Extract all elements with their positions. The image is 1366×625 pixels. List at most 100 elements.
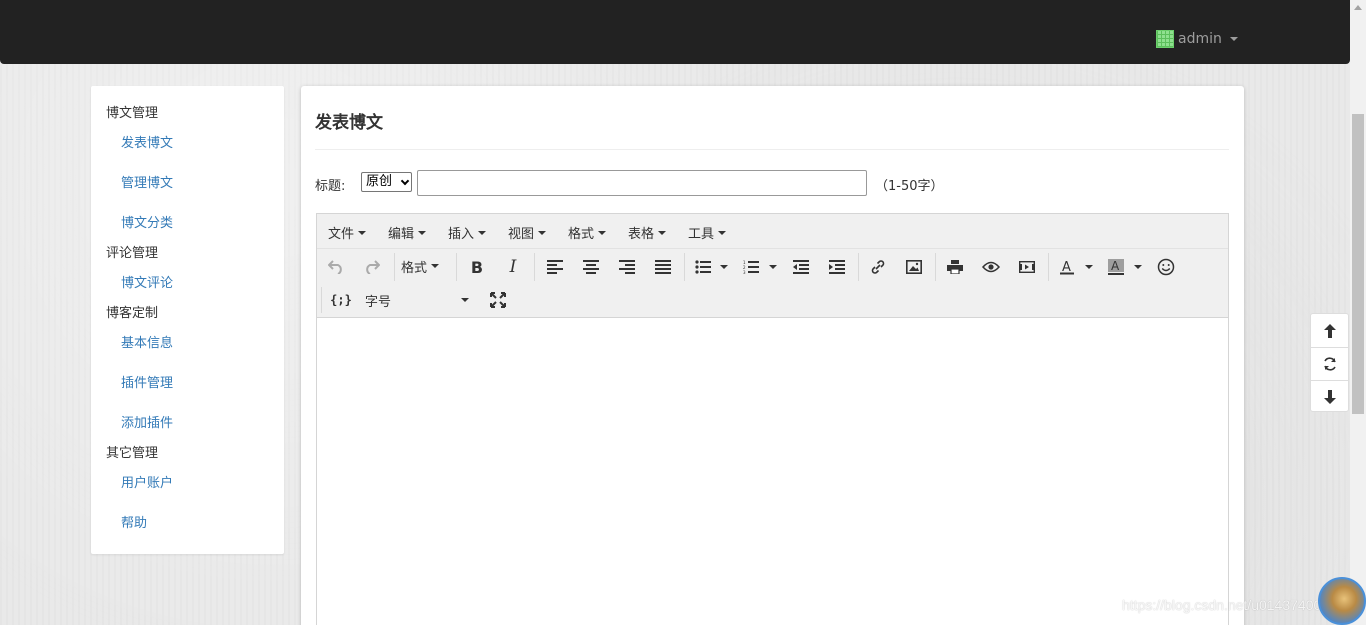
print-icon[interactable] (940, 253, 970, 281)
top-navbar: admin (0, 0, 1350, 64)
code-sample-icon[interactable]: {;} (326, 286, 356, 314)
sidebar-group-customize: 博客定制 (106, 306, 159, 321)
toolbar-separator (456, 253, 457, 281)
title-label: 标题: (315, 179, 346, 194)
sidebar-item-plugin-manage[interactable]: 插件管理 (121, 372, 173, 391)
editor-content-area[interactable] (317, 318, 1228, 625)
numbered-list-options[interactable] (768, 253, 778, 281)
text-color-icon[interactable]: A (1052, 253, 1082, 281)
fullscreen-icon[interactable] (483, 286, 513, 314)
emoticon-icon[interactable] (1151, 253, 1181, 281)
chevron-down-icon (598, 230, 607, 235)
italic-icon[interactable]: I (498, 253, 528, 281)
editor-toolbar: 格式 B I 1 2 3 A A {;} 字号 (317, 249, 1228, 318)
page-title: 发表博文 (315, 113, 383, 133)
sidebar: 博文管理 发表博文 管理博文 博文分类 评论管理 博文评论 博客定制 基本信息 … (91, 86, 284, 554)
post-type-select[interactable]: 原创 (361, 172, 412, 192)
sidebar-item-help[interactable]: 帮助 (121, 512, 147, 531)
title-input[interactable] (417, 170, 867, 196)
align-justify-icon[interactable] (648, 253, 678, 281)
sidebar-item-publish-post[interactable]: 发表博文 (121, 132, 173, 151)
align-left-icon[interactable] (540, 253, 570, 281)
user-menu[interactable]: admin (1156, 30, 1238, 48)
sidebar-item-post-categories[interactable]: 博文分类 (121, 212, 173, 231)
preview-icon[interactable] (976, 253, 1006, 281)
title-length-hint: （1-50字） (875, 179, 944, 194)
arrow-down-icon (1323, 390, 1336, 404)
bullet-list-icon[interactable] (688, 253, 718, 281)
scroll-tools (1310, 313, 1349, 412)
chevron-down-icon (358, 230, 367, 235)
chevron-down-icon (418, 230, 427, 235)
undo-icon[interactable] (321, 253, 351, 281)
toolbar-separator (684, 253, 685, 281)
chevron-down-icon (431, 264, 440, 268)
scrollbar-thumb[interactable] (1352, 114, 1364, 414)
refresh-icon (1323, 357, 1336, 371)
link-icon[interactable] (863, 253, 893, 281)
format-dropdown[interactable]: 格式 (401, 252, 440, 280)
menu-file[interactable]: 文件 (328, 223, 367, 242)
editor-menubar: 文件 编辑 插入 视图 格式 表格 工具 (317, 214, 1228, 249)
background-color-icon[interactable]: A (1101, 253, 1131, 281)
chevron-down-icon (400, 176, 410, 186)
rich-text-editor: 文件 编辑 插入 视图 格式 表格 工具 格式 B I 1 2 3 A A {;… (316, 213, 1229, 625)
sidebar-item-manage-posts[interactable]: 管理博文 (121, 172, 173, 191)
outdent-icon[interactable] (786, 253, 816, 281)
toolbar-separator (1048, 253, 1049, 281)
image-icon[interactable] (899, 253, 929, 281)
sidebar-group-blog: 博文管理 (106, 106, 159, 121)
sidebar-item-post-comments[interactable]: 博文评论 (121, 272, 173, 291)
font-size-dropdown[interactable]: 字号 (365, 287, 475, 313)
scroll-top-button[interactable] (1311, 314, 1348, 347)
toolbar-separator (394, 253, 395, 281)
arrow-up-icon (1323, 323, 1336, 338)
menu-view[interactable]: 视图 (508, 223, 547, 242)
main-panel: 发表博文 标题: 原创 （1-50字） 文件 编辑 插入 视图 格式 表格 工具 (301, 86, 1244, 625)
watermark: https://blog.csdn.net/u014374009 (1122, 597, 1330, 613)
menu-table[interactable]: 表格 (628, 223, 667, 242)
corner-avatar[interactable] (1318, 577, 1366, 625)
bold-icon[interactable]: B (462, 253, 492, 281)
chevron-down-icon (1134, 265, 1142, 269)
user-name: admin (1178, 31, 1222, 47)
chevron-down-icon (538, 230, 547, 235)
refresh-button[interactable] (1311, 347, 1348, 380)
chevron-down-icon (720, 265, 728, 269)
text-color-options[interactable] (1084, 253, 1094, 281)
align-center-icon[interactable] (576, 253, 606, 281)
sidebar-item-add-plugin[interactable]: 添加插件 (121, 412, 173, 431)
menu-edit[interactable]: 编辑 (388, 223, 427, 242)
title-row: 标题: 原创 （1-50字） (315, 170, 1215, 196)
indent-icon[interactable] (822, 253, 852, 281)
numbered-list-icon[interactable]: 123 (736, 253, 766, 281)
chevron-down-icon (1229, 37, 1238, 41)
chevron-down-icon (718, 230, 727, 235)
user-avatar-icon (1156, 30, 1174, 48)
align-right-icon[interactable] (612, 253, 642, 281)
divider (315, 149, 1229, 150)
svg-text:A: A (1111, 259, 1120, 273)
sidebar-item-user-account[interactable]: 用户账户 (121, 472, 173, 491)
background-color-options[interactable] (1133, 253, 1143, 281)
menu-format[interactable]: 格式 (568, 223, 607, 242)
sidebar-group-comments: 评论管理 (106, 246, 159, 261)
chevron-down-icon (461, 298, 469, 302)
svg-text:3: 3 (743, 270, 746, 274)
scroll-up-arrow-icon[interactable] (1354, 5, 1362, 10)
media-icon[interactable] (1012, 253, 1042, 281)
chevron-down-icon (769, 265, 777, 269)
page-scrollbar[interactable] (1350, 0, 1366, 625)
redo-icon[interactable] (357, 253, 387, 281)
sidebar-group-other: 其它管理 (106, 446, 159, 461)
sidebar-item-basic-info[interactable]: 基本信息 (121, 332, 173, 351)
toolbar-separator (935, 253, 936, 281)
toolbar-separator (858, 253, 859, 281)
chevron-down-icon (1085, 265, 1093, 269)
menu-insert[interactable]: 插入 (448, 223, 487, 242)
bullet-list-options[interactable] (719, 253, 729, 281)
toolbar-separator (321, 287, 322, 313)
toolbar-separator (534, 253, 535, 281)
scroll-bottom-button[interactable] (1311, 380, 1348, 413)
menu-tools[interactable]: 工具 (688, 223, 727, 242)
